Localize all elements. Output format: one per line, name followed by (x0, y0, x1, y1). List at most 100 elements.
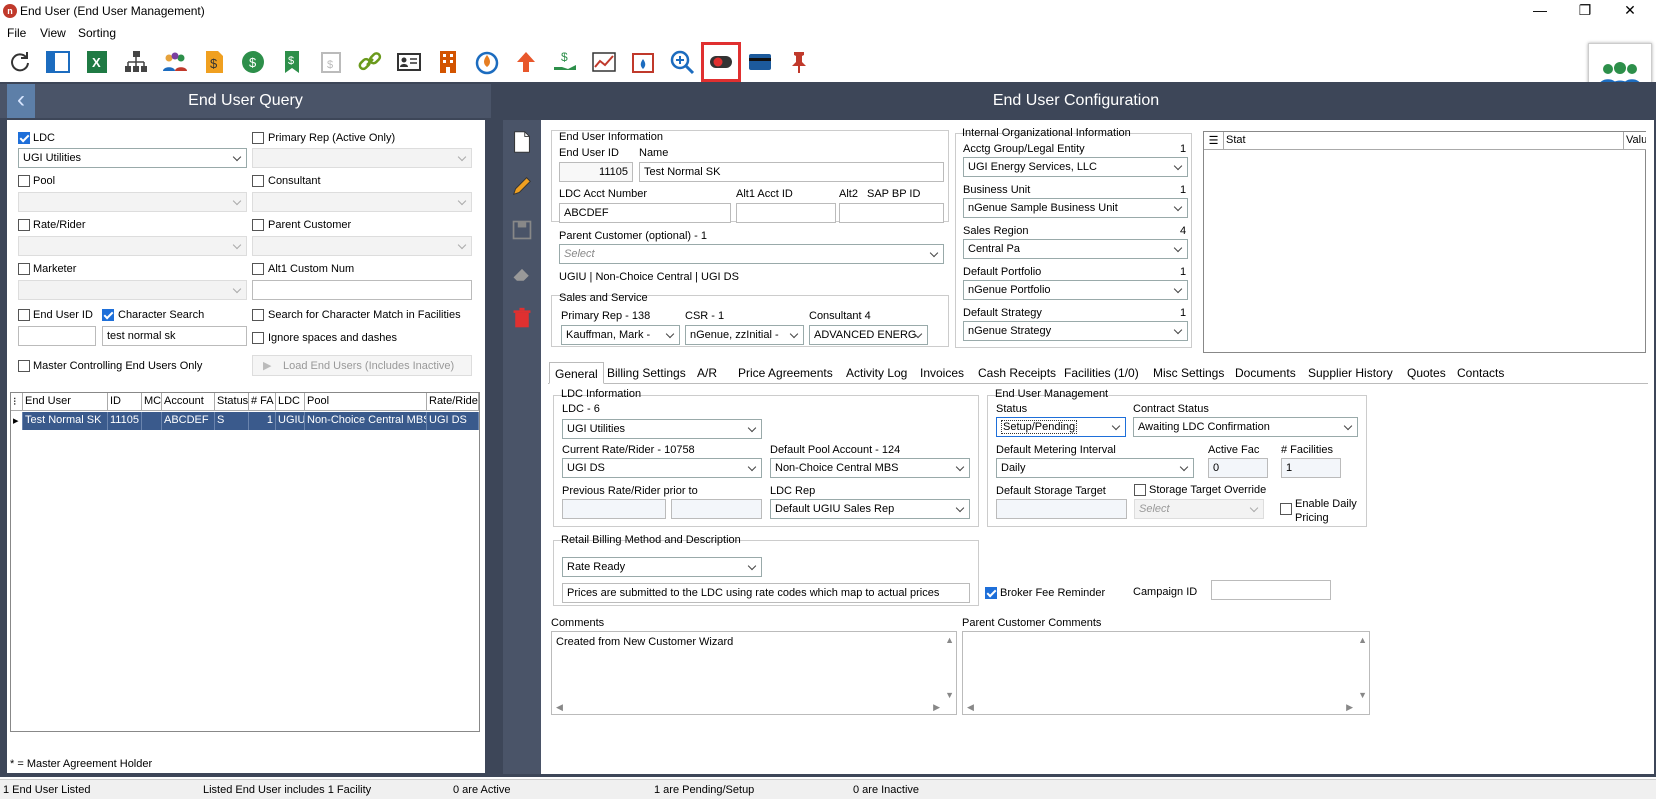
character-search-input[interactable]: test normal sk (102, 326, 247, 346)
end-user-id-checkbox[interactable] (18, 309, 30, 321)
primary-rep-checkbox[interactable] (252, 132, 264, 144)
grid-header[interactable]: MC (142, 393, 162, 411)
maximize-button[interactable]: ❐ (1570, 2, 1600, 19)
minimize-button[interactable]: — (1525, 2, 1555, 18)
line-chart-icon[interactable] (590, 48, 618, 76)
tab-facilities[interactable]: Facilities (1/0) (1059, 362, 1144, 384)
marketer-checkbox[interactable] (18, 263, 30, 275)
tab-cash-receipts[interactable]: Cash Receipts (973, 362, 1061, 384)
storage-target-field[interactable] (996, 499, 1127, 519)
bookmark-dollar-icon[interactable]: $ (278, 48, 306, 76)
parent-customer-select[interactable]: Select (559, 244, 944, 264)
acctg-group-select[interactable]: UGI Energy Services, LLC (963, 157, 1188, 177)
scroll-down-icon[interactable]: ▼ (1358, 690, 1367, 700)
daily-pricing-checkbox[interactable] (1280, 503, 1292, 515)
parent-comments-textarea[interactable]: ▲ ▼ ◀ ▶ (962, 631, 1370, 715)
credit-card-icon[interactable] (746, 48, 774, 76)
link-icon[interactable] (356, 48, 384, 76)
load-end-users-button[interactable]: ▶ Load End Users (Includes Inactive) (252, 355, 472, 376)
character-search-checkbox[interactable] (102, 309, 114, 321)
name-field[interactable]: Test Normal SK (639, 162, 944, 182)
refresh-icon[interactable] (5, 48, 33, 76)
alt1-custom-num-input[interactable] (252, 280, 472, 300)
master-controlling-checkbox[interactable] (18, 360, 30, 372)
default-portfolio-select[interactable]: nGenue Portfolio (963, 280, 1188, 300)
alt1-custom-num-checkbox[interactable] (252, 263, 264, 275)
contract-status-select[interactable]: Awaiting LDC Confirmation (1133, 417, 1358, 437)
table-row-cell[interactable]: UGI DS (427, 412, 479, 430)
table-row-cell[interactable]: Non-Choice Central MBS (305, 412, 427, 430)
layout-panel-icon[interactable] (44, 48, 72, 76)
rate-rider-checkbox[interactable] (18, 219, 30, 231)
tab-contacts[interactable]: Contacts (1452, 362, 1509, 384)
tab-price-agreements[interactable]: Price Agreements (733, 362, 838, 384)
consultant-select[interactable]: ADVANCED ENERG (809, 325, 928, 345)
scroll-right-icon[interactable]: ▶ (1346, 702, 1353, 713)
tab-invoices[interactable]: Invoices (915, 362, 969, 384)
grid-header[interactable]: Account (162, 393, 215, 411)
tab-documents[interactable]: Documents (1230, 362, 1301, 384)
contact-card-icon[interactable] (395, 48, 423, 76)
rate-rider-select[interactable] (18, 236, 247, 256)
parent-customer-checkbox[interactable] (252, 219, 264, 231)
table-row-cell[interactable]: 11105 (108, 412, 142, 430)
tab-ar[interactable]: A/R (692, 362, 722, 384)
excel-icon[interactable]: X (83, 48, 111, 76)
comments-textarea[interactable]: Created from New Customer Wizard ▲ ▼ ◀ ▶ (551, 631, 957, 715)
pin-icon[interactable] (785, 48, 813, 76)
consultant-select[interactable] (252, 192, 472, 212)
storage-override-select[interactable]: Select (1134, 499, 1264, 519)
alt1-acct-field[interactable] (736, 203, 836, 223)
pool-select[interactable] (18, 192, 247, 212)
ldc-select[interactable]: UGI Utilities (18, 148, 247, 168)
ldc-rep-select[interactable]: Default UGIU Sales Rep (770, 499, 970, 519)
scroll-up-icon[interactable]: ▲ (945, 635, 954, 645)
previous-rate-field[interactable] (562, 499, 666, 519)
collapse-left-panel-icon[interactable]: ‹ (7, 84, 35, 118)
search-facilities-checkbox[interactable] (252, 309, 264, 321)
grid-header[interactable]: ID (108, 393, 142, 411)
calendar-flame-icon[interactable] (629, 48, 657, 76)
grid-header[interactable]: Rate/Rider (427, 393, 479, 411)
table-row-cell[interactable]: UGIU (276, 412, 305, 430)
tab-general[interactable]: General (549, 362, 604, 384)
status-select[interactable]: Setup/Pending (996, 417, 1126, 437)
table-row-cell[interactable]: ABCDEF (162, 412, 215, 430)
new-document-icon[interactable] (508, 128, 536, 156)
table-row-cell[interactable] (142, 412, 162, 430)
scroll-right-icon[interactable]: ▶ (933, 702, 940, 713)
delete-trash-icon[interactable] (508, 304, 536, 332)
business-unit-select[interactable]: nGenue Sample Business Unit (963, 198, 1188, 218)
stat-grid-menu-icon[interactable]: ☰ (1204, 132, 1224, 150)
grid-header[interactable]: LDC (276, 393, 305, 411)
table-row-cell[interactable]: S (215, 412, 249, 430)
value-header[interactable]: Valu (1624, 132, 1646, 150)
scroll-up-icon[interactable]: ▲ (1358, 635, 1367, 645)
ldc-select[interactable]: UGI Utilities (562, 419, 762, 439)
menu-view[interactable]: View (40, 26, 66, 40)
pool-checkbox[interactable] (18, 175, 30, 187)
current-rate-select[interactable]: UGI DS (562, 458, 762, 478)
badge-dollar-icon[interactable]: $ (239, 48, 267, 76)
default-pool-select[interactable]: Non-Choice Central MBS (770, 458, 970, 478)
scroll-down-icon[interactable]: ▼ (945, 690, 954, 700)
tab-activity-log[interactable]: Activity Log (841, 362, 912, 384)
marketer-select[interactable] (18, 280, 247, 300)
tab-supplier-history[interactable]: Supplier History (1303, 362, 1398, 384)
scroll-left-icon[interactable]: ◀ (556, 702, 563, 713)
ldc-checkbox[interactable] (18, 132, 30, 144)
csr-select[interactable]: nGenue, zzInitial - (685, 325, 804, 345)
metering-select[interactable]: Daily (996, 458, 1194, 478)
parent-customer-select[interactable] (252, 236, 472, 256)
hierarchy-icon[interactable] (122, 48, 150, 76)
invoice-dollar-icon[interactable]: $ (200, 48, 228, 76)
grid-header[interactable]: Status (215, 393, 249, 411)
flame-gauge-icon[interactable] (473, 48, 501, 76)
users-group-icon[interactable] (161, 48, 189, 76)
table-row-cell[interactable]: 1 (249, 412, 276, 430)
storage-override-checkbox[interactable] (1134, 484, 1146, 496)
default-strategy-select[interactable]: nGenue Strategy (963, 321, 1188, 341)
menu-file[interactable]: File (7, 26, 26, 40)
zoom-in-icon[interactable] (668, 48, 696, 76)
previous-rate-date-field[interactable] (671, 499, 762, 519)
